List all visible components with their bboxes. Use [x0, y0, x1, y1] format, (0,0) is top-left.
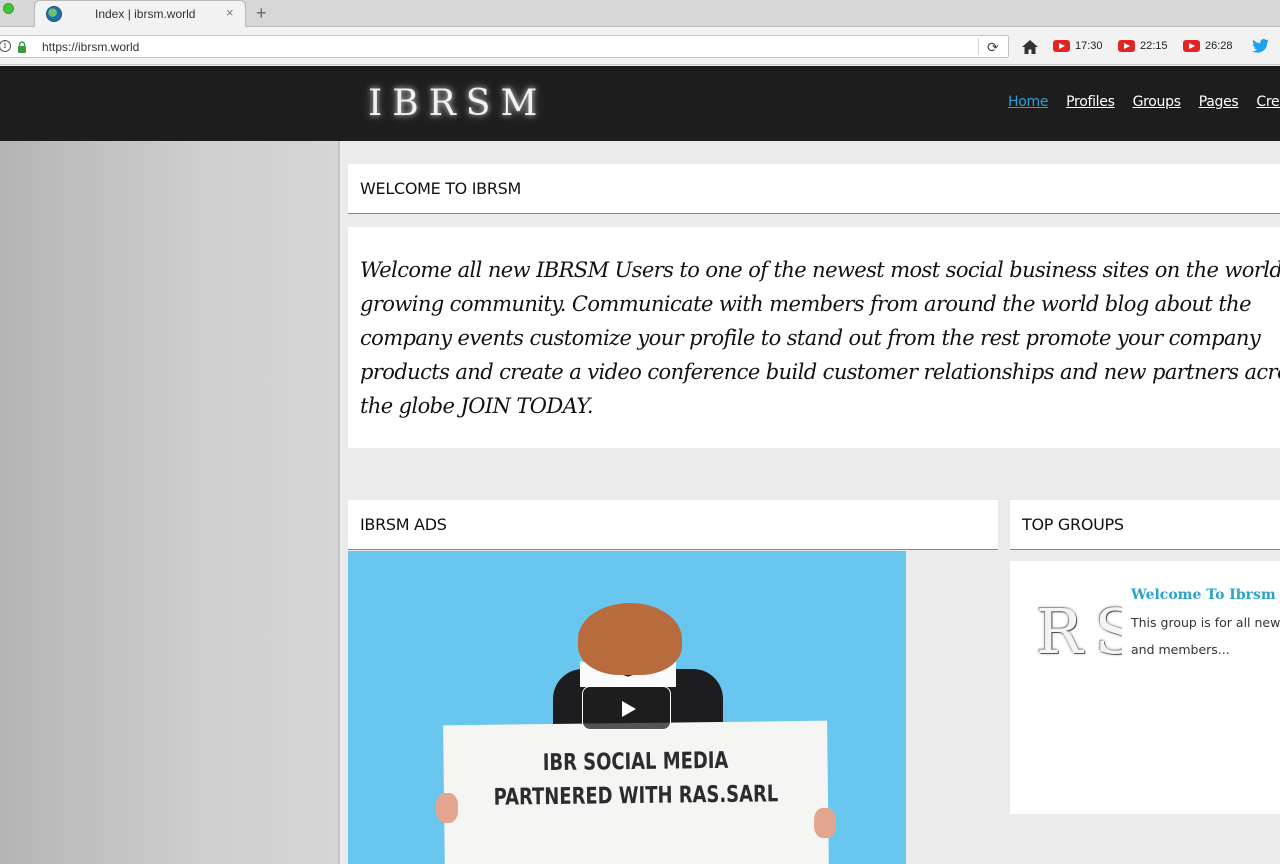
video-right-hand	[814, 808, 836, 838]
nav-profiles[interactable]: Profiles	[1066, 94, 1115, 110]
group-description: This group is for all new and members...	[1131, 615, 1280, 657]
video-sign: IBR SOCIAL MEDIA PARTNERED WITH RAS.SARL	[443, 720, 829, 864]
youtube-icon	[1183, 40, 1200, 52]
group-thumbnail[interactable]: RS	[1032, 593, 1122, 663]
info-icon[interactable]: i	[0, 40, 11, 52]
youtube-time: 17:30	[1075, 40, 1103, 52]
ad-video-player[interactable]: IBR SOCIAL MEDIA PARTNERED WITH RAS.SARL	[348, 551, 906, 864]
twitter-bird-icon[interactable]	[1252, 39, 1269, 53]
nav-groups[interactable]: Groups	[1133, 94, 1181, 110]
browser-tab[interactable]: Index | ibrsm.world ×	[34, 0, 246, 28]
top-groups-heading: TOP GROUPS	[1022, 515, 1124, 534]
play-icon[interactable]	[582, 686, 671, 730]
welcome-text: Welcome all new IBRSM Users to one of th…	[360, 258, 1280, 418]
video-sign-text: IBR SOCIAL MEDIA PARTNERED WITH RAS.SARL	[493, 747, 779, 811]
top-groups-panel-body: RS Welcome To Ibrsm This group is for al…	[1010, 561, 1280, 814]
tab-title: Index | ibrsm.world	[95, 7, 196, 21]
youtube-time: 26:28	[1205, 40, 1233, 52]
lock-icon	[18, 41, 26, 53]
url-text: https://ibrsm.world	[42, 40, 140, 54]
window-maximize-button[interactable]	[3, 3, 14, 14]
ads-heading: IBRSM ADS	[360, 515, 447, 534]
main-nav: Home Profiles Groups Pages Crea	[1008, 94, 1280, 110]
group-thumbnail-text: RS	[1036, 595, 1122, 663]
address-bar-divider	[978, 38, 979, 55]
youtube-extension-3[interactable]: 26:28	[1183, 39, 1233, 53]
nav-home[interactable]: Home	[1008, 94, 1048, 110]
globe-favicon-icon	[46, 6, 62, 22]
welcome-heading: WELCOME TO IBRSM	[360, 179, 522, 198]
left-sidebar-background	[0, 141, 338, 864]
tab-close-icon[interactable]: ×	[226, 5, 234, 20]
welcome-panel-body: Welcome all new IBRSM Users to one of th…	[348, 227, 1280, 448]
nav-create[interactable]: Crea	[1256, 94, 1280, 110]
home-icon[interactable]	[1022, 40, 1038, 54]
new-tab-button[interactable]: +	[256, 3, 267, 23]
top-groups-panel-header: TOP GROUPS	[1010, 500, 1280, 550]
sidebar-divider	[338, 141, 340, 864]
video-person-head	[578, 603, 682, 675]
video-left-hand	[436, 793, 458, 823]
reload-icon[interactable]: ⟳	[987, 39, 999, 56]
nav-pages[interactable]: Pages	[1199, 94, 1239, 110]
youtube-icon	[1118, 40, 1135, 52]
group-name-link[interactable]: Welcome To Ibrsm	[1131, 587, 1276, 603]
youtube-extension-2[interactable]: 22:15	[1118, 39, 1168, 53]
site-logo[interactable]: IBRSM	[368, 83, 547, 124]
address-bar[interactable]: i https://ibrsm.world ⟳	[0, 35, 1009, 58]
youtube-icon	[1053, 40, 1070, 52]
ads-panel-header: IBRSM ADS	[348, 500, 998, 550]
youtube-time: 22:15	[1140, 40, 1168, 52]
welcome-panel-header: WELCOME TO IBRSM	[348, 164, 1280, 214]
youtube-extension-1[interactable]: 17:30	[1053, 39, 1103, 53]
browser-tab-bar: Index | ibrsm.world × +	[0, 0, 1280, 28]
site-header: IBRSM Home Profiles Groups Pages Crea	[0, 66, 1280, 141]
browser-toolbar: i https://ibrsm.world ⟳ 17:30 22:15 26:2…	[0, 27, 1280, 65]
